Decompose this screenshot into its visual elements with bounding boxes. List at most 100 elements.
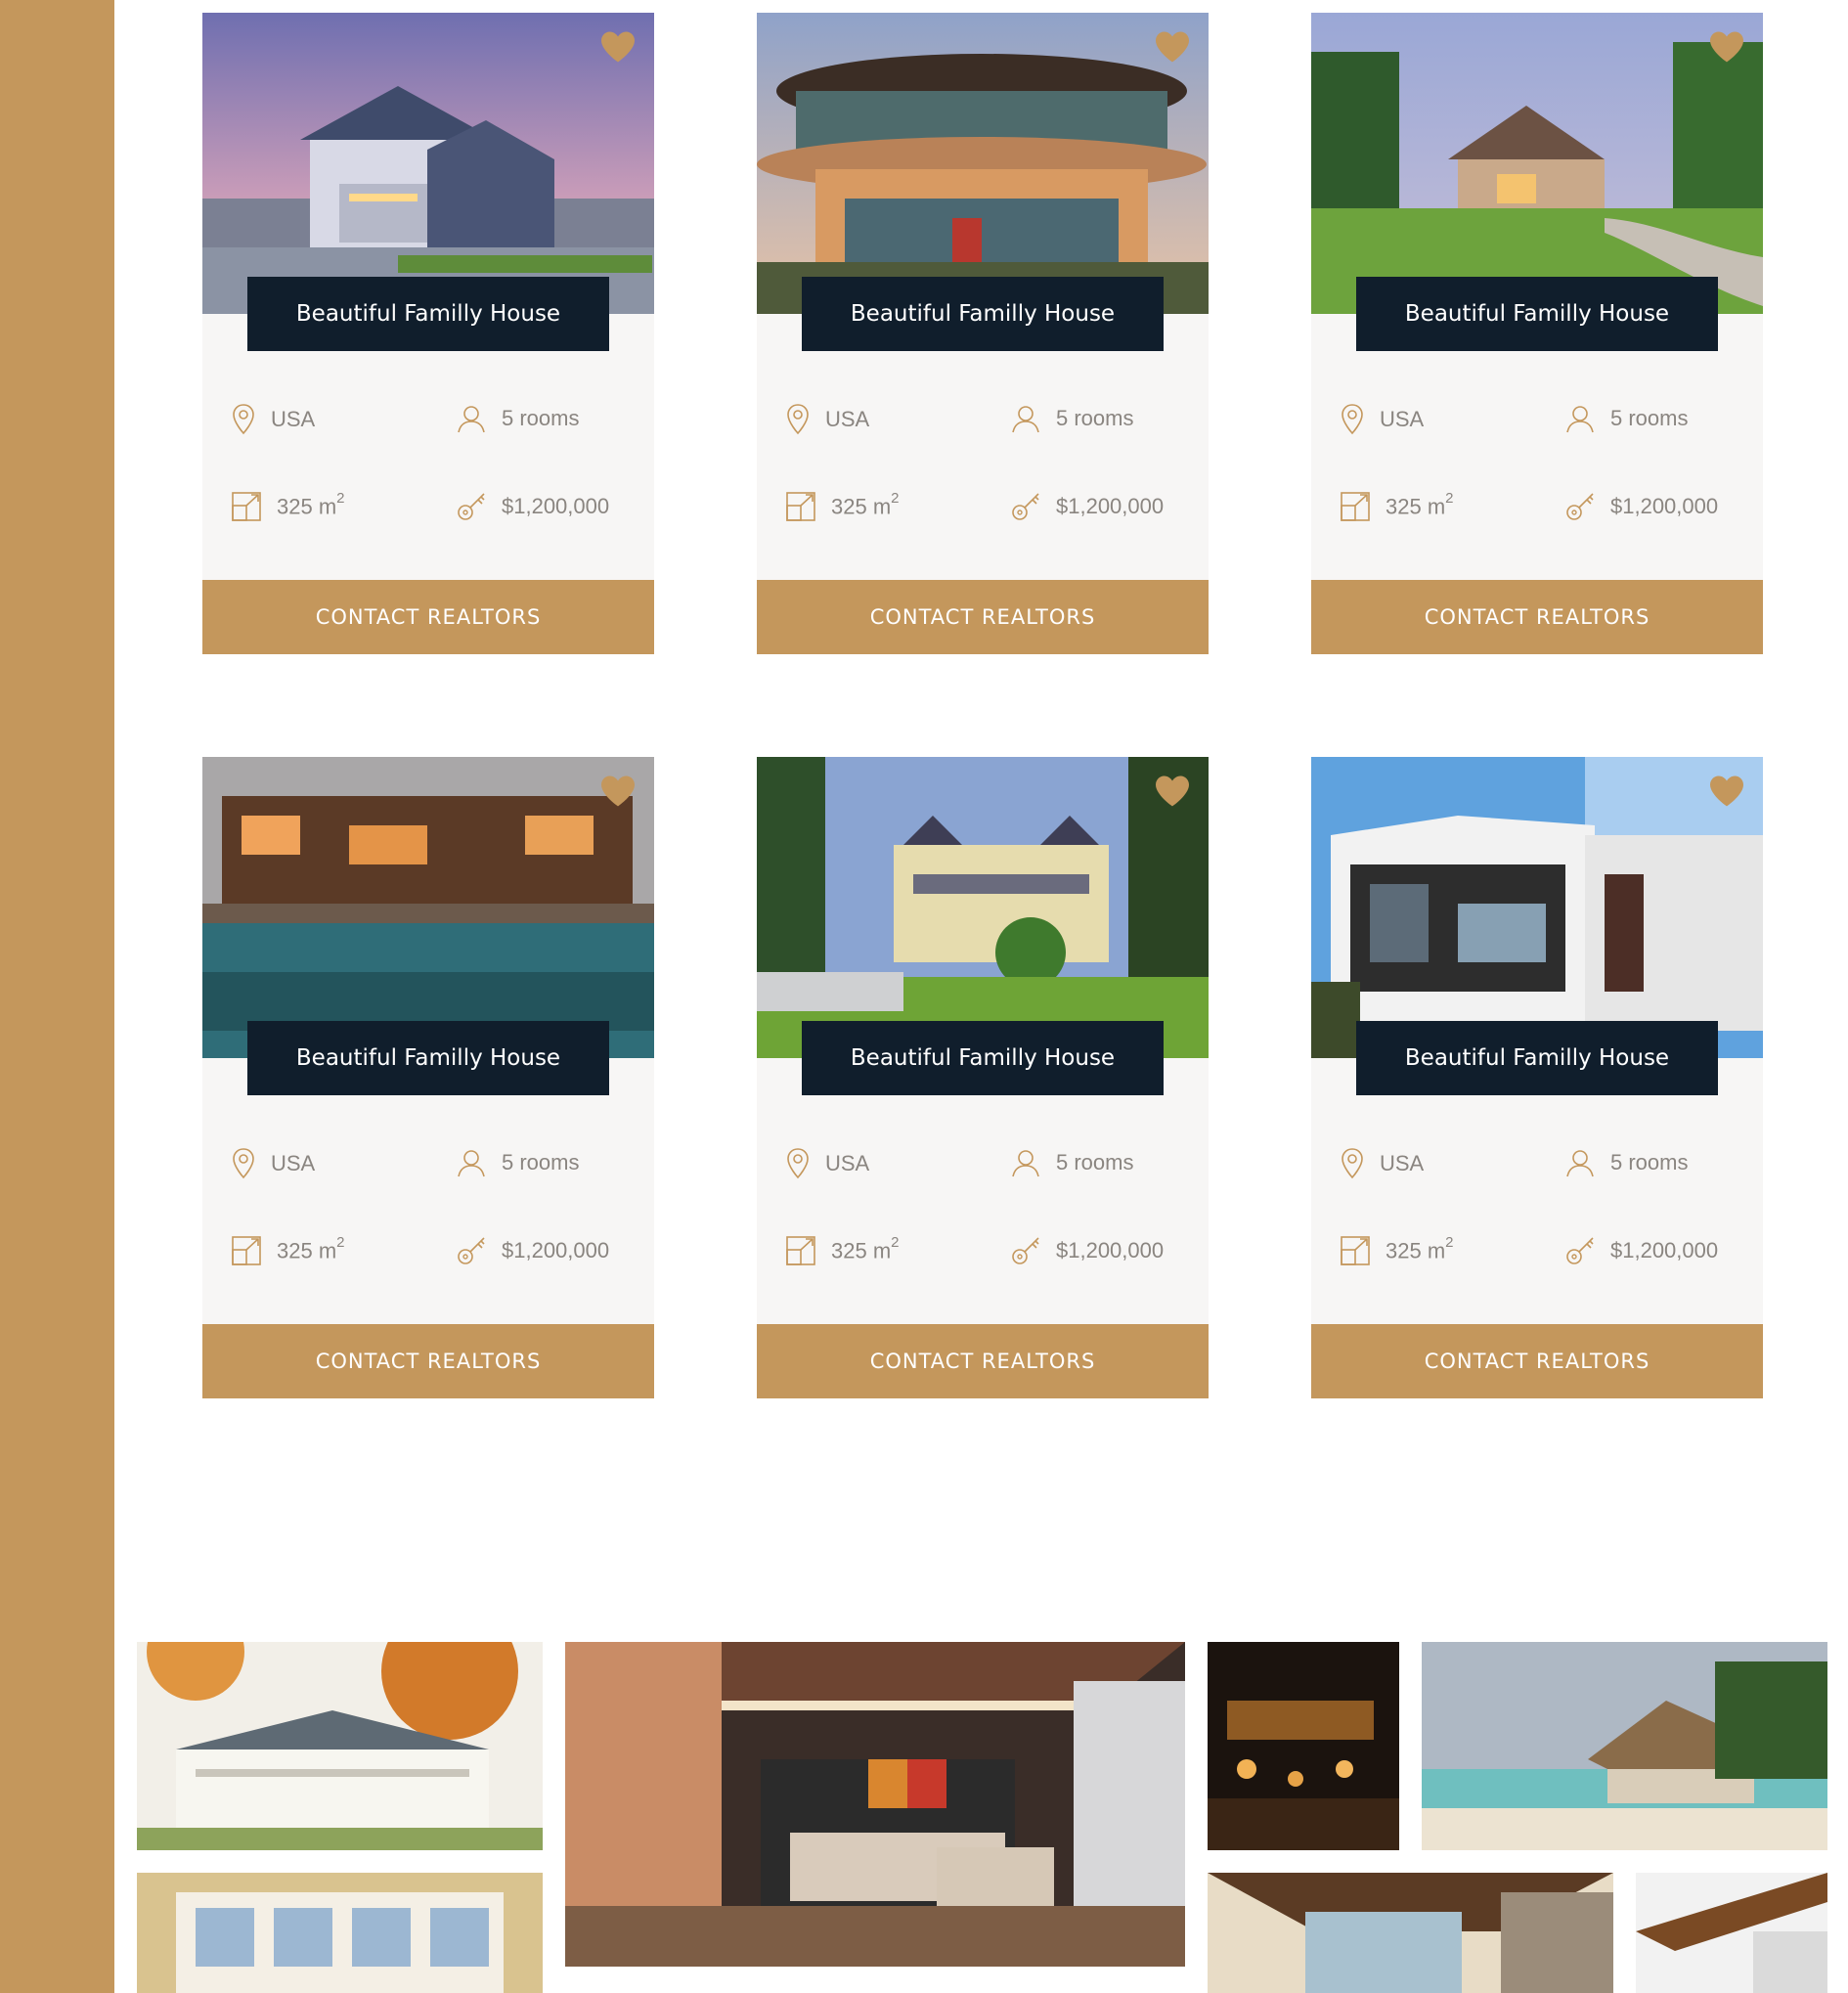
location-pin-icon	[1342, 404, 1363, 435]
person-icon	[1566, 1150, 1594, 1177]
key-icon	[458, 1237, 485, 1264]
listing-rooms: 5 rooms	[1011, 404, 1133, 433]
location-pin-icon	[1342, 1148, 1363, 1179]
listing-photo	[1311, 757, 1763, 1058]
area-expand-icon	[232, 1236, 261, 1265]
listing-title: Beautiful Familly House	[802, 277, 1164, 351]
listing-price: $1,200,000	[1011, 1236, 1164, 1265]
gallery-photo-great-room[interactable]	[1208, 1873, 1613, 1993]
price-text: $1,200,000	[502, 1238, 610, 1262]
listing-card: Beautiful Familly House USA 5 rooms 325 …	[202, 13, 654, 654]
listing-location: USA	[1341, 1148, 1424, 1179]
listing-location: USA	[232, 1148, 315, 1179]
gallery-photo-modern-room[interactable]	[1636, 1873, 1827, 1993]
gallery-photo-beach-hut[interactable]	[1422, 1642, 1827, 1850]
location-pin-icon	[233, 1148, 254, 1179]
listing-card: Beautiful Familly House USA 5 rooms 325 …	[1311, 13, 1763, 654]
rooms-text: 5 rooms	[1056, 406, 1134, 430]
rooms-text: 5 rooms	[1610, 406, 1689, 430]
listing-title: Beautiful Familly House	[802, 1021, 1164, 1095]
price-text: $1,200,000	[1056, 494, 1165, 518]
area-text: 325 m	[277, 1238, 337, 1263]
person-icon	[458, 1150, 485, 1177]
heart-icon[interactable]	[599, 30, 637, 64]
listing-rooms: 5 rooms	[457, 1148, 579, 1177]
area-unit-superscript: 2	[1445, 1234, 1454, 1252]
listing-rooms: 5 rooms	[1565, 1148, 1688, 1177]
price-text: $1,200,000	[1610, 494, 1719, 518]
key-icon	[1012, 1237, 1039, 1264]
location-text: USA	[825, 407, 870, 431]
area-text: 325 m	[277, 494, 337, 519]
area-unit-superscript: 2	[891, 1234, 900, 1252]
contact-realtors-button[interactable]: CONTACT REALTORS	[1311, 1324, 1763, 1398]
listing-price: $1,200,000	[1565, 1236, 1718, 1265]
listing-location: USA	[1341, 404, 1424, 435]
listing-price: $1,200,000	[457, 1236, 609, 1265]
listing-photo	[757, 757, 1209, 1058]
listing-area: 325 m2	[786, 490, 900, 521]
gallery-photo-interior-windows[interactable]	[137, 1873, 543, 1993]
listing-rooms: 5 rooms	[1011, 1148, 1133, 1177]
listing-rooms: 5 rooms	[1565, 404, 1688, 433]
person-icon	[1012, 406, 1039, 433]
key-icon	[458, 493, 485, 520]
listing-card: Beautiful Familly House USA 5 rooms 325 …	[757, 757, 1209, 1398]
listing-card: Beautiful Familly House USA 5 rooms 325 …	[757, 13, 1209, 654]
listing-title: Beautiful Familly House	[1356, 277, 1718, 351]
price-text: $1,200,000	[502, 494, 610, 518]
listing-location: USA	[232, 404, 315, 435]
area-expand-icon	[1341, 492, 1370, 521]
gallery-photo-bar[interactable]	[1208, 1642, 1399, 1850]
person-icon	[1012, 1150, 1039, 1177]
area-unit-superscript: 2	[336, 490, 345, 508]
location-pin-icon	[787, 1148, 809, 1179]
location-text: USA	[271, 1151, 316, 1175]
listing-rooms: 5 rooms	[457, 404, 579, 433]
key-icon	[1566, 493, 1594, 520]
listing-photo	[757, 13, 1209, 314]
price-text: $1,200,000	[1610, 1238, 1719, 1262]
area-text: 325 m	[831, 1238, 892, 1263]
area-expand-icon	[1341, 1236, 1370, 1265]
contact-realtors-button[interactable]: CONTACT REALTORS	[757, 580, 1209, 654]
contact-realtors-button[interactable]: CONTACT REALTORS	[202, 580, 654, 654]
location-text: USA	[271, 407, 316, 431]
listing-area: 325 m2	[232, 1234, 345, 1265]
listing-photo	[202, 13, 654, 314]
area-unit-superscript: 2	[891, 490, 900, 508]
area-unit-superscript: 2	[336, 1234, 345, 1252]
listing-area: 325 m2	[232, 490, 345, 521]
key-icon	[1566, 1237, 1594, 1264]
area-expand-icon	[786, 492, 815, 521]
area-expand-icon	[786, 1236, 815, 1265]
heart-icon[interactable]	[1154, 775, 1191, 808]
listing-price: $1,200,000	[457, 492, 609, 521]
listing-title: Beautiful Familly House	[1356, 1021, 1718, 1095]
listing-location: USA	[786, 404, 869, 435]
side-accent-bar	[0, 0, 114, 1993]
gallery-photo-colonial-house[interactable]	[137, 1642, 543, 1850]
listing-location: USA	[786, 1148, 869, 1179]
listing-card: Beautiful Familly House USA 5 rooms 325 …	[1311, 757, 1763, 1398]
person-icon	[458, 406, 485, 433]
area-expand-icon	[232, 492, 261, 521]
heart-icon[interactable]	[1154, 30, 1191, 64]
area-text: 325 m	[1386, 1238, 1446, 1263]
heart-icon[interactable]	[599, 775, 637, 808]
rooms-text: 5 rooms	[1056, 1150, 1134, 1174]
contact-realtors-button[interactable]: CONTACT REALTORS	[202, 1324, 654, 1398]
listing-area: 325 m2	[1341, 1234, 1454, 1265]
rooms-text: 5 rooms	[502, 406, 580, 430]
key-icon	[1012, 493, 1039, 520]
listing-card: Beautiful Familly House USA 5 rooms 325 …	[202, 757, 654, 1398]
contact-realtors-button[interactable]: CONTACT REALTORS	[1311, 580, 1763, 654]
listing-photo	[202, 757, 654, 1058]
location-pin-icon	[233, 404, 254, 435]
person-icon	[1566, 406, 1594, 433]
heart-icon[interactable]	[1708, 30, 1745, 64]
heart-icon[interactable]	[1708, 775, 1745, 808]
contact-realtors-button[interactable]: CONTACT REALTORS	[757, 1324, 1209, 1398]
gallery-photo-living-room[interactable]	[565, 1642, 1185, 1967]
location-text: USA	[1380, 407, 1425, 431]
